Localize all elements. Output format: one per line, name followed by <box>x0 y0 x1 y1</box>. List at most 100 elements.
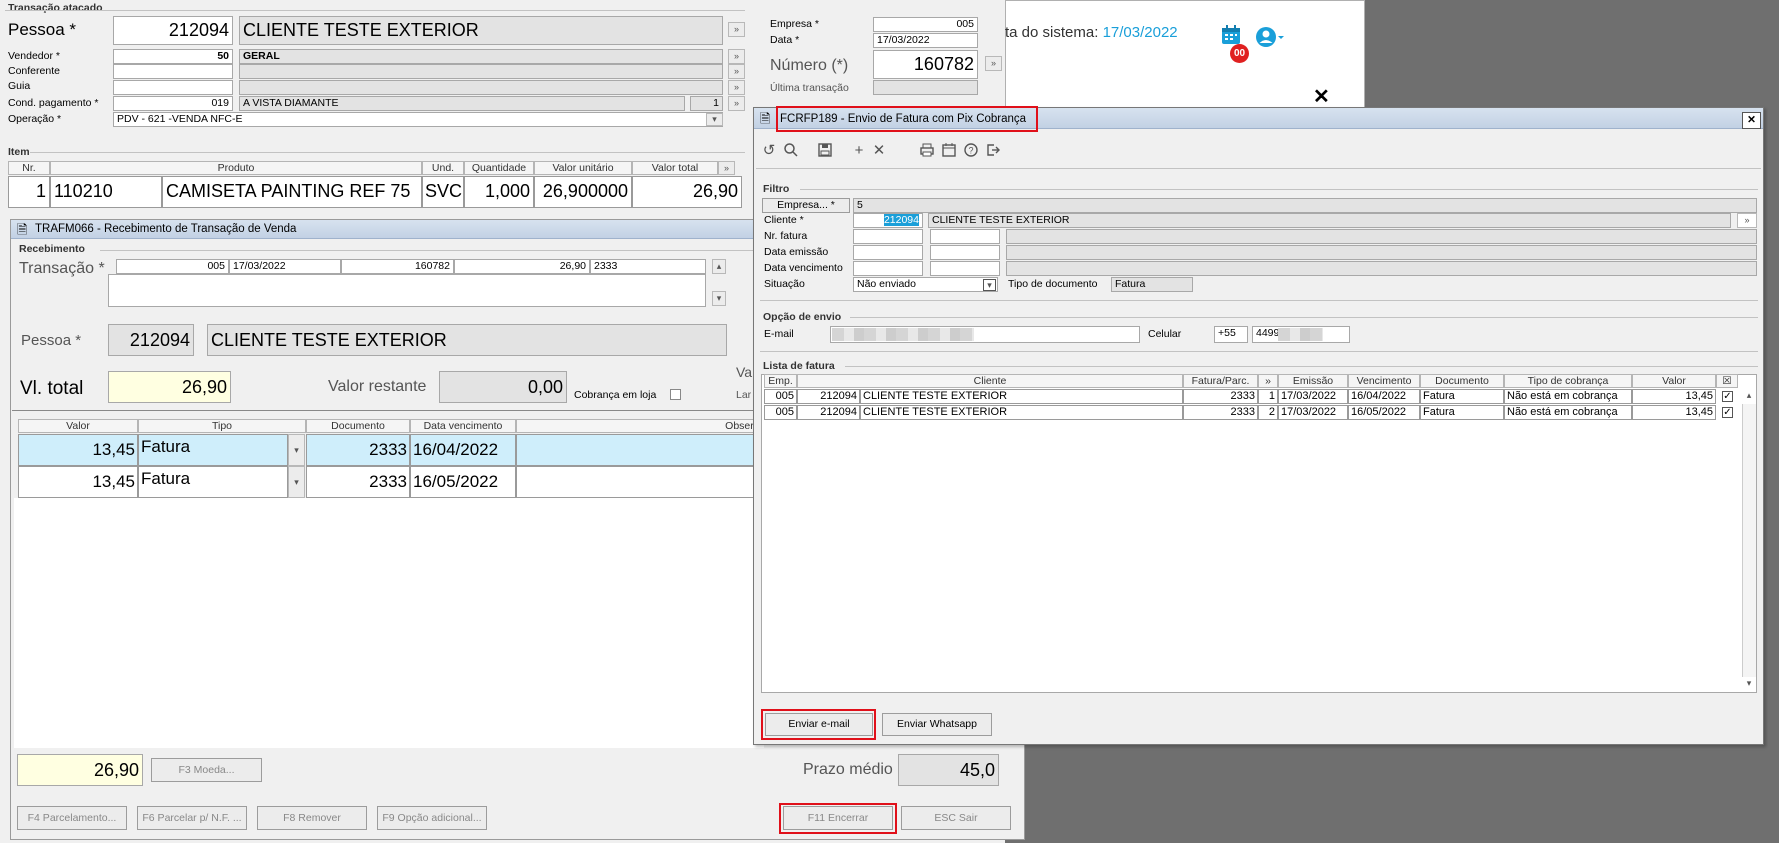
transacao-scroll-down-button[interactable]: ▾ <box>712 291 726 306</box>
fatura-row-2-vencimento[interactable]: 16/05/2022 <box>1348 405 1420 420</box>
fatura-row-1-emp[interactable]: 005 <box>764 389 797 404</box>
f9-opcao-adicional-button[interactable]: F9 Opção adicional... <box>377 806 487 830</box>
transacao-empresa-field[interactable]: 005 <box>116 259 229 274</box>
rec-row-2-valor[interactable]: 13,45 <box>18 466 138 498</box>
lista-scrollbar[interactable] <box>1742 389 1756 692</box>
list-header-expand[interactable]: » <box>1258 374 1278 388</box>
fatura-row-2-fatura[interactable]: 2333 <box>1183 405 1258 420</box>
fatura-row-2-parcela[interactable]: 2 <box>1258 405 1278 420</box>
cancel-icon[interactable]: ✕ <box>870 142 888 160</box>
pessoa-code-field[interactable]: 212094 <box>113 16 233 45</box>
lista-scroll-up-button[interactable]: ▴ <box>1742 389 1756 404</box>
vl-total-field[interactable]: 26,90 <box>108 371 231 403</box>
transacao-documento-field[interactable]: 2333 <box>590 259 706 274</box>
filtro-cliente-lookup-button[interactable]: » <box>1737 213 1757 228</box>
search-icon[interactable] <box>782 142 800 163</box>
fatura-row-2-emissao[interactable]: 17/03/2022 <box>1278 405 1348 420</box>
conferente-code-field[interactable] <box>113 64 233 79</box>
print-icon[interactable] <box>918 142 936 163</box>
rec-row-1-tipo-dropdown[interactable]: ▾ <box>288 434 305 466</box>
rec-row-1-tipo[interactable]: Fatura <box>138 434 288 466</box>
lista-scroll-down-button[interactable]: ▾ <box>1742 677 1756 692</box>
vendedor-code-field[interactable]: 50 <box>113 49 233 64</box>
data-vencimento-from-field[interactable] <box>853 261 923 276</box>
save-icon[interactable] <box>816 142 834 163</box>
list-header-select-all[interactable]: ☒ <box>1716 374 1738 388</box>
esc-sair-button[interactable]: ESC Sair <box>901 806 1011 830</box>
numero-field[interactable]: 160782 <box>873 50 978 79</box>
fatura-row-2-cliente-code[interactable]: 212094 <box>797 405 860 420</box>
rec-row-1-valor[interactable]: 13,45 <box>18 434 138 466</box>
numero-lookup-button[interactable]: » <box>985 56 1002 71</box>
rec-row-2-tipo[interactable]: Fatura <box>138 466 288 498</box>
f6-parcelar-nf-button[interactable]: F6 Parcelar p/ N.F. ... <box>137 806 247 830</box>
fatura-row-2-documento[interactable]: Fatura <box>1420 405 1504 420</box>
situacao-dropdown-button[interactable]: ▾ <box>983 279 996 291</box>
filtro-cliente-code-field[interactable]: 212094 <box>853 213 923 228</box>
user-avatar-icon[interactable] <box>1256 26 1286 48</box>
fatura-row-2-checkbox[interactable]: ✓ <box>1722 407 1733 418</box>
fatura-row-2-emp[interactable]: 005 <box>764 405 797 420</box>
fatura-row-1-vencimento[interactable]: 16/04/2022 <box>1348 389 1420 404</box>
item-row-nr[interactable]: 1 <box>8 176 50 208</box>
fatura-row-1-emissao[interactable]: 17/03/2022 <box>1278 389 1348 404</box>
fatura-row-1-cliente[interactable]: CLIENTE TESTE EXTERIOR <box>860 389 1183 404</box>
guia-code-field[interactable] <box>113 80 233 95</box>
empresa-lookup-button[interactable]: Empresa... * <box>762 198 850 213</box>
fatura-row-1-fatura[interactable]: 2333 <box>1183 389 1258 404</box>
fatura-row-2-cliente[interactable]: CLIENTE TESTE EXTERIOR <box>860 405 1183 420</box>
nr-fatura-to-field[interactable] <box>930 229 1000 244</box>
data-field[interactable]: 17/03/2022 <box>873 33 978 48</box>
fatura-row-1-cliente-code[interactable]: 212094 <box>797 389 860 404</box>
fatura-row-1-parcela[interactable]: 1 <box>1258 389 1278 404</box>
rec-row-1-vencimento[interactable]: 16/04/2022 <box>410 434 516 466</box>
fcrfp189-close-button[interactable]: ✕ <box>1742 112 1761 129</box>
conferente-lookup-button[interactable]: » <box>728 64 745 79</box>
cobranca-loja-checkbox[interactable] <box>670 389 681 400</box>
transacao-valor-field[interactable]: 26,90 <box>454 259 590 274</box>
empresa-field[interactable]: 005 <box>873 17 978 32</box>
operacao-select[interactable]: PDV - 621 -VENDA NFC-E <box>113 112 723 127</box>
calendar-icon[interactable] <box>1220 24 1242 46</box>
add-icon[interactable]: + <box>850 142 868 160</box>
exit-icon[interactable] <box>984 142 1002 163</box>
help-icon[interactable]: ? <box>962 142 980 163</box>
f8-remover-button[interactable]: F8 Remover <box>257 806 367 830</box>
close-icon[interactable]: ✕ <box>1313 87 1330 107</box>
fatura-row-1-valor[interactable]: 13,45 <box>1632 389 1716 404</box>
transacao-data-field[interactable]: 17/03/2022 <box>229 259 341 274</box>
calendar-icon[interactable] <box>940 142 958 163</box>
item-row-produto[interactable]: CAMISETA PAINTING REF 75 <box>162 176 422 208</box>
rec-row-2-tipo-dropdown[interactable]: ▾ <box>288 466 305 498</box>
data-emissao-to-field[interactable] <box>930 245 1000 260</box>
fatura-row-2-tipo-cobranca[interactable]: Não está em cobrança <box>1504 405 1632 420</box>
nr-fatura-from-field[interactable] <box>853 229 923 244</box>
rec-row-2-documento[interactable]: 2333 <box>306 466 410 498</box>
item-grid-options-button[interactable]: » <box>718 161 735 175</box>
cond-pagamento-code-field[interactable]: 019 <box>113 96 233 111</box>
guia-lookup-button[interactable]: » <box>728 80 745 95</box>
item-row-und[interactable]: SVC <box>422 176 464 208</box>
transacao-numero-field[interactable]: 160782 <box>341 259 454 274</box>
rec-row-2-vencimento[interactable]: 16/05/2022 <box>410 466 516 498</box>
enviar-whatsapp-button[interactable]: Enviar Whatsapp <box>882 713 992 736</box>
fatura-row-1-documento[interactable]: Fatura <box>1420 389 1504 404</box>
rec-row-1-documento[interactable]: 2333 <box>306 434 410 466</box>
pessoa-lookup-button[interactable]: » <box>728 22 745 37</box>
data-vencimento-to-field[interactable] <box>930 261 1000 276</box>
f4-parcelamento-button[interactable]: F4 Parcelamento... <box>17 806 127 830</box>
item-row-quantidade[interactable]: 1,000 <box>464 176 534 208</box>
cond-pagamento-lookup-button[interactable]: » <box>728 96 745 111</box>
item-row-valor-unitario[interactable]: 26,900000 <box>534 176 632 208</box>
rec-row-1-observacao[interactable] <box>516 434 760 466</box>
fatura-row-1-tipo-cobranca[interactable]: Não está em cobrança <box>1504 389 1632 404</box>
operacao-dropdown-button[interactable]: ▾ <box>706 113 723 126</box>
f3-moeda-button[interactable]: F3 Moeda... <box>151 758 262 782</box>
vendedor-lookup-button[interactable]: » <box>728 49 745 64</box>
item-row-code[interactable]: 110210 <box>50 176 162 208</box>
refresh-icon[interactable]: ↺ <box>760 142 778 160</box>
rec-row-2-observacao[interactable] <box>516 466 760 498</box>
situacao-select[interactable]: Não enviado <box>853 277 998 292</box>
fatura-row-1-checkbox[interactable]: ✓ <box>1722 391 1733 402</box>
data-emissao-from-field[interactable] <box>853 245 923 260</box>
